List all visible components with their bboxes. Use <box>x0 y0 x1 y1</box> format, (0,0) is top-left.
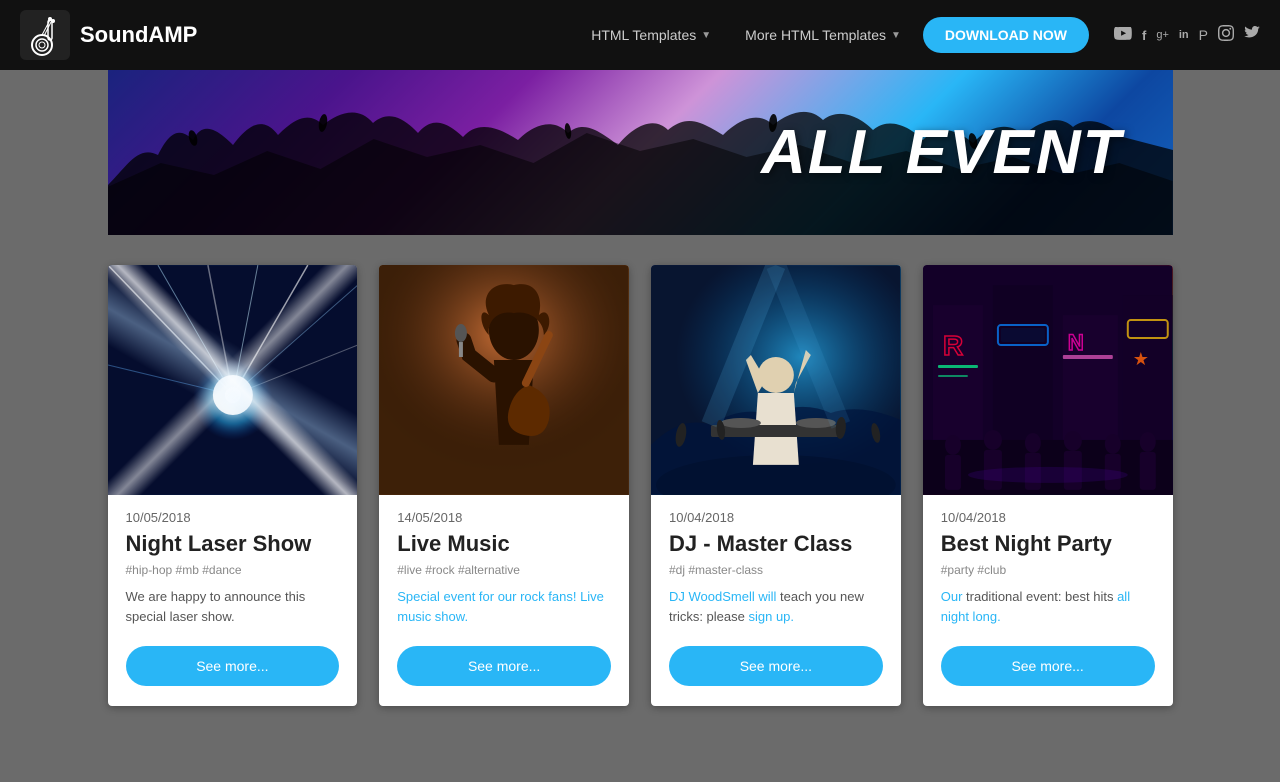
event-card-3: 10/04/2018 DJ - Master Class #dj #master… <box>651 265 901 706</box>
card-image-3 <box>651 265 901 495</box>
card-date-1: 10/05/2018 <box>126 510 340 525</box>
card-btn-2[interactable]: See more... <box>397 646 611 686</box>
laser-svg <box>108 265 358 495</box>
card-desc-1: We are happy to announce this special la… <box>126 587 340 626</box>
party-svg: R N ★ <box>923 265 1173 495</box>
card-title-4: Best Night Party <box>941 531 1155 557</box>
card-image-2 <box>379 265 629 495</box>
card-date-4: 10/04/2018 <box>941 510 1155 525</box>
card-body-3: 10/04/2018 DJ - Master Class #dj #master… <box>651 495 901 706</box>
facebook-icon[interactable]: f <box>1142 28 1146 43</box>
card-title-3: DJ - Master Class <box>669 531 883 557</box>
youtube-icon[interactable] <box>1114 27 1132 43</box>
navbar: SoundAMP HTML Templates ▼ More HTML Temp… <box>0 0 1280 70</box>
events-grid: 10/05/2018 Night Laser Show #hip-hop #mb… <box>108 265 1173 706</box>
card-body-2: 14/05/2018 Live Music #live #rock #alter… <box>379 495 629 706</box>
card-image-1 <box>108 265 358 495</box>
social-icons: f g+ in P <box>1114 25 1260 46</box>
music-svg <box>379 265 629 495</box>
brand-logo[interactable]: SoundAMP <box>20 10 197 60</box>
hero-title: ALL EVENT <box>761 117 1172 188</box>
card-tags-1: #hip-hop #mb #dance <box>126 563 340 577</box>
card-tags-2: #live #rock #alternative <box>397 563 611 577</box>
card-date-3: 10/04/2018 <box>669 510 883 525</box>
event-card-1: 10/05/2018 Night Laser Show #hip-hop #mb… <box>108 265 358 706</box>
html-templates-link[interactable]: HTML Templates ▼ <box>579 19 723 51</box>
card-desc-3: DJ WoodSmell will teach you new tricks: … <box>669 587 883 626</box>
card-date-2: 14/05/2018 <box>397 510 611 525</box>
card-btn-3[interactable]: See more... <box>669 646 883 686</box>
hero-banner: ALL EVENT <box>108 70 1173 235</box>
event-card-2: 14/05/2018 Live Music #live #rock #alter… <box>379 265 629 706</box>
dj-svg <box>651 265 901 495</box>
card-desc-4: Our traditional event: best hits all nig… <box>941 587 1155 626</box>
main-content: 10/05/2018 Night Laser Show #hip-hop #mb… <box>108 235 1173 746</box>
google-plus-icon[interactable]: g+ <box>1156 29 1169 41</box>
card-desc-2: Special event for our rock fans! Live mu… <box>397 587 611 626</box>
laser-image-inner <box>108 265 358 495</box>
card-btn-1[interactable]: See more... <box>126 646 340 686</box>
more-templates-link[interactable]: More HTML Templates ▼ <box>733 19 913 51</box>
card-title-2: Live Music <box>397 531 611 557</box>
twitter-icon[interactable] <box>1244 26 1260 44</box>
dropdown-caret-2: ▼ <box>891 30 901 41</box>
download-button[interactable]: DOWNLOAD NOW <box>923 17 1089 53</box>
card-image-4: R N ★ <box>923 265 1173 495</box>
card-tags-3: #dj #master-class <box>669 563 883 577</box>
card-tags-4: #party #club <box>941 563 1155 577</box>
pinterest-icon[interactable]: P <box>1199 27 1208 43</box>
card-body-1: 10/05/2018 Night Laser Show #hip-hop #mb… <box>108 495 358 706</box>
brand-name: SoundAMP <box>80 22 197 48</box>
linkedin-icon[interactable]: in <box>1179 29 1189 41</box>
card-body-4: 10/04/2018 Best Night Party #party #club… <box>923 495 1173 706</box>
event-card-4: R N ★ <box>923 265 1173 706</box>
instagram-icon[interactable] <box>1218 25 1234 46</box>
nav-links: HTML Templates ▼ More HTML Templates ▼ D… <box>579 17 1260 53</box>
card-btn-4[interactable]: See more... <box>941 646 1155 686</box>
dropdown-caret: ▼ <box>701 30 711 41</box>
card-title-1: Night Laser Show <box>126 531 340 557</box>
guitar-icon <box>20 10 70 60</box>
